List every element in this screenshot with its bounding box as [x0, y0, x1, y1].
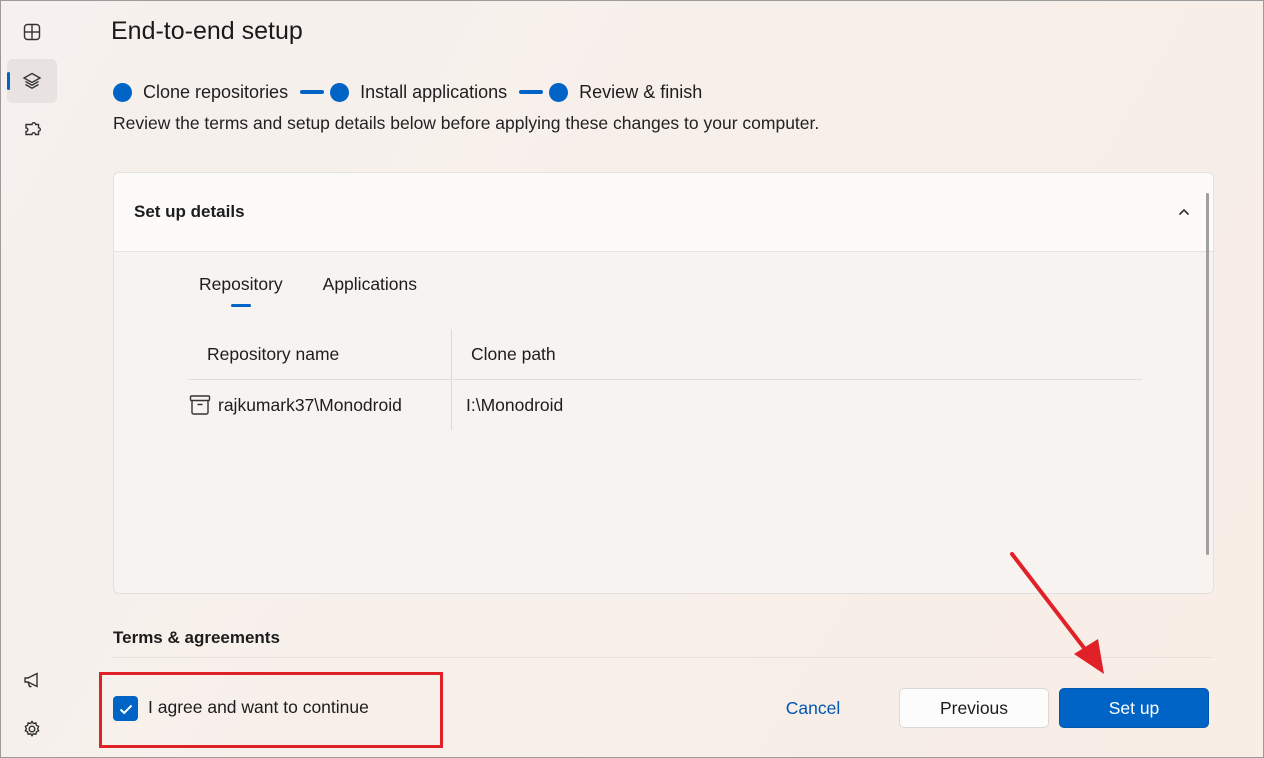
nav-settings[interactable]	[7, 707, 57, 751]
table-row: rajkumark37\Monodroid I:\Monodroid	[188, 380, 1142, 430]
repository-name-text: rajkumark37\Monodroid	[218, 394, 402, 415]
megaphone-icon	[24, 672, 38, 688]
setup-details-panel: Set up details Repository Applications R…	[113, 172, 1214, 594]
step-connector	[519, 90, 544, 94]
tab-repository[interactable]: Repository	[199, 274, 283, 307]
table-header-row: Repository name Clone path	[188, 329, 1142, 380]
step-label-review: Review & finish	[579, 81, 703, 102]
page-subtitle: Review the terms and setup details below…	[113, 113, 820, 133]
chevron-up-icon[interactable]	[1177, 205, 1191, 219]
dashboard-icon	[23, 23, 41, 41]
nav-dashboard[interactable]	[7, 10, 57, 54]
column-header-repository-name: Repository name	[188, 329, 452, 379]
step-connector	[300, 90, 325, 94]
agree-checkbox[interactable]	[113, 696, 138, 721]
settings-icon	[24, 720, 40, 737]
repository-icon	[188, 393, 212, 417]
terms-heading: Terms & agreements	[113, 628, 280, 647]
cancel-button[interactable]: Cancel	[761, 688, 865, 728]
divider	[113, 657, 1214, 658]
step-label-clone: Clone repositories	[143, 81, 289, 102]
layers-icon	[22, 72, 42, 90]
sidebar	[1, 1, 63, 757]
step-dot-3	[549, 82, 569, 102]
repository-name-cell: rajkumark37\Monodroid	[188, 380, 452, 430]
repository-table: Repository name Clone path rajkumark37\M…	[188, 329, 1142, 430]
setup-details-header[interactable]: Set up details	[114, 173, 1213, 252]
page-title: End-to-end setup	[111, 17, 303, 45]
details-tabs: Repository Applications	[199, 274, 457, 307]
nav-machine-configuration[interactable]	[7, 59, 57, 103]
step-dot-2	[330, 82, 350, 102]
step-label-install: Install applications	[360, 81, 508, 102]
setup-details-title: Set up details	[134, 202, 245, 221]
nav-extensions[interactable]	[7, 109, 57, 153]
step-indicator: Clone repositories Install applications …	[113, 81, 702, 103]
checkmark-icon	[119, 704, 132, 714]
agree-checkbox-label[interactable]: I agree and want to continue	[148, 697, 369, 718]
setup-button[interactable]: Set up	[1059, 688, 1209, 728]
extensions-icon	[25, 122, 41, 136]
nav-whats-new[interactable]	[7, 658, 57, 702]
previous-button[interactable]: Previous	[899, 688, 1049, 728]
step-dot-1	[113, 82, 132, 102]
column-header-clone-path: Clone path	[471, 343, 556, 364]
details-scrollbar[interactable]	[1206, 193, 1209, 555]
clone-path-cell: I:\Monodroid	[466, 394, 564, 415]
tab-applications[interactable]: Applications	[323, 274, 417, 295]
